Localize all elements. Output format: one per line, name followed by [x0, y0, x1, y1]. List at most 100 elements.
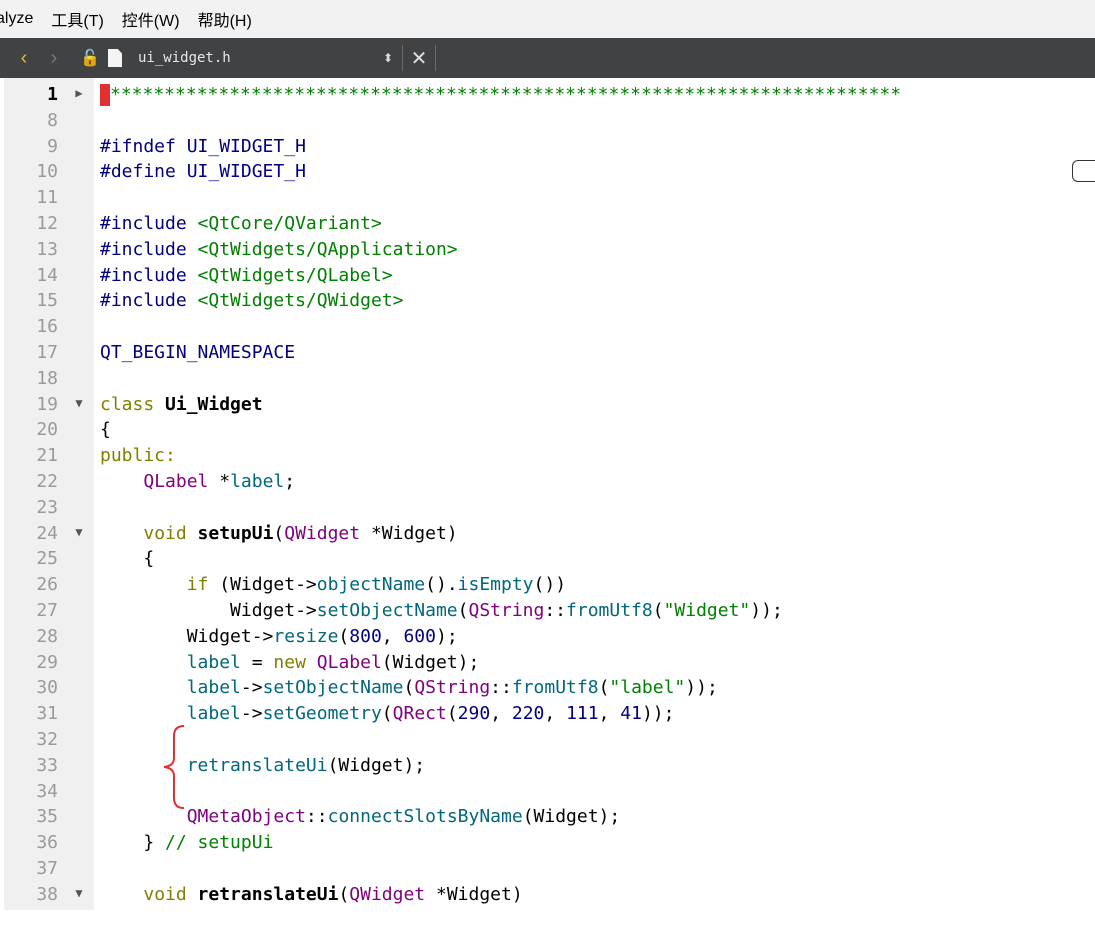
code-line[interactable]: 12 #include <QtCore/QVariant> [0, 213, 1095, 239]
code-line[interactable]: 16 [0, 316, 1095, 342]
code-token: 600 [403, 625, 436, 647]
line-number: 14 [36, 264, 58, 286]
code-line[interactable]: 23 [0, 497, 1095, 523]
menu-bar: alyze 工具(T) 控件(W) 帮助(H) [0, 0, 1095, 38]
code-line[interactable]: 13 #include <QtWidgets/QApplication> [0, 239, 1095, 265]
code-line[interactable]: 15 #include <QtWidgets/QWidget> [0, 290, 1095, 316]
code-token: 111 [566, 703, 599, 725]
code-token: QWidget [284, 522, 361, 544]
code-token: , [381, 625, 404, 647]
code-token: setGeometry [262, 703, 382, 725]
line-number: 26 [36, 574, 58, 596]
code-token: QWidget [349, 883, 426, 905]
code-token: , [490, 703, 512, 725]
code-token: void [143, 522, 198, 544]
toolbar-separator [402, 45, 403, 71]
close-icon[interactable]: ✕ [407, 46, 431, 71]
code-line[interactable]: 17 QT_BEGIN_NAMESPACE [0, 342, 1095, 368]
line-number: 32 [36, 729, 58, 750]
code-line[interactable]: 18 [0, 368, 1095, 394]
code-token: ( [457, 600, 469, 621]
line-number: 25 [36, 548, 58, 570]
code-line[interactable]: 29 label = new QLabel(Widget); [0, 652, 1095, 678]
code-text: #include <QtWidgets/QLabel> [100, 265, 393, 286]
code-line[interactable]: 36 } // setupUi [0, 832, 1095, 858]
code-token: ( [338, 883, 350, 905]
code-token: :: [490, 677, 512, 699]
code-text: #include <QtCore/QVariant> [100, 213, 382, 234]
code-line[interactable]: 37 [0, 858, 1095, 884]
code-text: retranslateUi(Widget); [100, 755, 425, 776]
code-line[interactable]: 28 Widget->resize(800, 600); [0, 626, 1095, 652]
updown-icon[interactable]: ⬍ [378, 51, 398, 65]
code-token: :: [544, 600, 567, 621]
code-line[interactable]: 26 if (Widget->objectName().isEmpty()) [0, 574, 1095, 600]
editor-toolbar: ‹ › 🔓 ui_widget.h ⬍ ✕ [0, 38, 1095, 78]
line-number: 10 [36, 161, 58, 183]
code-line[interactable]: 20 { [0, 419, 1095, 445]
code-token: <QtWidgets/QApplication> [197, 238, 458, 260]
code-text: #define UI_WIDGET_H [100, 161, 306, 182]
side-panel-toggle[interactable] [1072, 160, 1095, 182]
code-token: label [230, 471, 285, 492]
line-number: 28 [36, 625, 58, 647]
line-number: 17 [36, 342, 58, 363]
code-line[interactable]: 25 { [0, 548, 1095, 574]
code-token: ); [435, 625, 458, 647]
code-line[interactable]: 8 [0, 110, 1095, 136]
code-token: QString [414, 677, 491, 699]
unlock-icon[interactable]: 🔓 [78, 43, 102, 73]
code-line[interactable]: 27 Widget->setObjectName(QString::fromUt… [0, 600, 1095, 626]
code-token: setupUi [197, 522, 274, 544]
code-line[interactable]: 21 public: [0, 445, 1095, 471]
fold-collapsed-icon[interactable]: ▶ [72, 86, 86, 100]
line-number: 15 [36, 290, 58, 312]
line-number: 27 [36, 600, 58, 621]
code-token: )); [750, 600, 783, 621]
menu-analyze[interactable]: alyze [0, 10, 33, 28]
code-text: } // setupUi [100, 832, 273, 853]
code-line[interactable]: 30 label->setObjectName(QString::fromUtf… [0, 677, 1095, 703]
menu-tools[interactable]: 工具(T) [51, 7, 103, 31]
code-token: -> [240, 703, 263, 725]
code-text: void retranslateUi(QWidget *Widget) [100, 883, 522, 905]
fold-expanded-icon[interactable]: ▼ [72, 525, 86, 539]
code-text: label->setObjectName(QString::fromUtf8("… [100, 677, 718, 698]
code-token: retranslateUi [197, 883, 339, 905]
code-token: :: [305, 806, 328, 828]
fold-expanded-icon[interactable]: ▼ [72, 886, 86, 900]
code-line[interactable]: 14 #include <QtWidgets/QLabel> [0, 265, 1095, 291]
code-line[interactable]: 19 ▼ class Ui_Widget [0, 394, 1095, 420]
code-token: (Widget-> [208, 574, 317, 596]
chevron-left-icon[interactable]: ‹ [12, 43, 36, 73]
code-line[interactable]: 9 #ifndef UI_WIDGET_H [0, 136, 1095, 162]
chevron-right-icon[interactable]: › [42, 43, 66, 73]
file-icon [108, 49, 122, 67]
code-line[interactable]: 1 ▶ **************************************… [0, 84, 1095, 110]
menu-controls[interactable]: 控件(W) [122, 7, 180, 31]
code-line[interactable]: 38 ▼ void retranslateUi(QWidget *Widget) [0, 884, 1095, 910]
menu-help[interactable]: 帮助(H) [198, 7, 252, 31]
line-number: 16 [36, 316, 58, 338]
code-text: { [100, 419, 111, 440]
code-token: #include [100, 213, 198, 234]
code-line[interactable]: 10 #define UI_WIDGET_H [0, 161, 1095, 187]
document-filename[interactable]: ui_widget.h [138, 50, 378, 66]
code-line[interactable]: 22 QLabel *label; [0, 471, 1095, 497]
line-number: 38 [36, 883, 58, 905]
code-token: #include [100, 264, 198, 286]
code-line[interactable]: 24 ▼ void setupUi(QWidget *Widget) [0, 523, 1095, 549]
code-text: if (Widget->objectName().isEmpty()) [100, 574, 566, 595]
code-token: (). [425, 574, 458, 596]
code-token: label [186, 703, 241, 725]
code-editor[interactable]: 1 ▶ **************************************… [0, 78, 1095, 910]
code-token: connectSlotsByName [327, 806, 523, 828]
code-token: (Widget); [327, 754, 426, 776]
code-line[interactable]: 11 [0, 187, 1095, 213]
code-token: resize [273, 625, 339, 647]
line-number: 24 [36, 522, 58, 544]
code-token: , [544, 703, 567, 725]
code-token: (Widget); [381, 651, 480, 673]
fold-expanded-icon[interactable]: ▼ [72, 396, 86, 410]
